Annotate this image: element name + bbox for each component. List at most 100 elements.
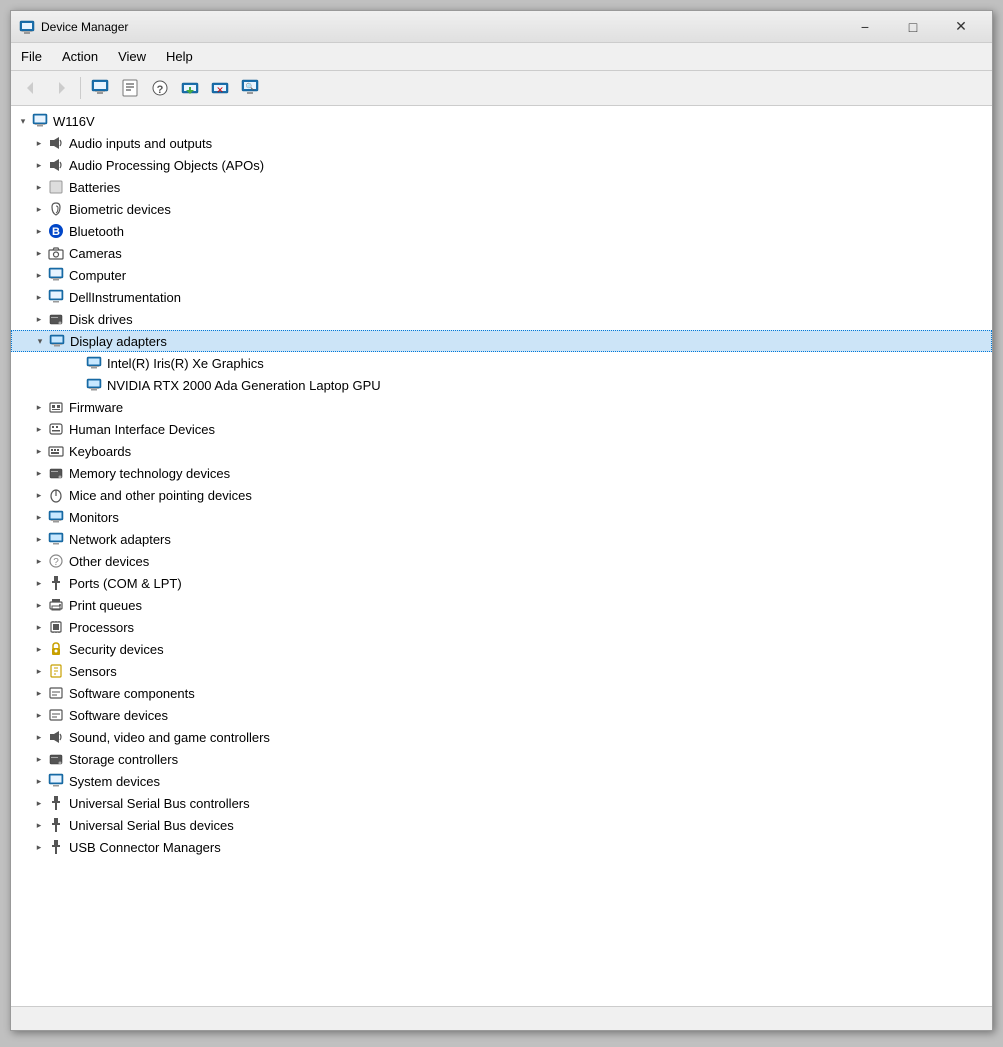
tree-item[interactable]: ▸Network adapters	[11, 528, 992, 550]
expand-icon[interactable]: ▸	[31, 289, 47, 305]
menu-view[interactable]: View	[108, 45, 156, 68]
expand-icon[interactable]: ▸	[31, 465, 47, 481]
expand-icon[interactable]: ▸	[31, 619, 47, 635]
tree-item[interactable]: ▸Universal Serial Bus devices	[11, 814, 992, 836]
expand-icon[interactable]: ▸	[31, 421, 47, 437]
expand-icon[interactable]: ▸	[31, 597, 47, 613]
help-button[interactable]: ?	[146, 75, 174, 101]
tree-item[interactable]: ▸Storage controllers	[11, 748, 992, 770]
expand-icon[interactable]: ▸	[31, 399, 47, 415]
item-label: Audio inputs and outputs	[69, 136, 212, 151]
expand-icon[interactable]: ▸	[31, 267, 47, 283]
tree-item[interactable]: ▸ Software devices	[11, 704, 992, 726]
tree-item[interactable]: ▸Human Interface Devices	[11, 418, 992, 440]
tree-item[interactable]: ▸Ports (COM & LPT)	[11, 572, 992, 594]
tree-item[interactable]: ▸Security devices	[11, 638, 992, 660]
tree-item[interactable]: ▸Cameras	[11, 242, 992, 264]
menu-bar: File Action View Help	[11, 43, 992, 71]
close-button[interactable]: ✕	[938, 12, 984, 42]
tree-item[interactable]: ▸USB Connector Managers	[11, 836, 992, 858]
expand-icon[interactable]: ▸	[31, 839, 47, 855]
tree-item[interactable]: ▸Monitors	[11, 506, 992, 528]
expand-icon[interactable]: ▸	[31, 157, 47, 173]
uninstall-device-button[interactable]: ✕	[206, 75, 234, 101]
expand-icon[interactable]: ▸	[31, 729, 47, 745]
menu-action[interactable]: Action	[52, 45, 108, 68]
expand-icon[interactable]: ▸	[31, 223, 47, 239]
expand-icon[interactable]: ▸	[31, 751, 47, 767]
update-driver-button[interactable]	[176, 75, 204, 101]
tree-item[interactable]: ▸BBluetooth	[11, 220, 992, 242]
expand-icon[interactable]: ▸	[31, 817, 47, 833]
toolbar: ? ✕ 🔍	[11, 71, 992, 106]
tree-item[interactable]: ▸ System devices	[11, 770, 992, 792]
content-area: ▾ W116V ▸ Audio inputs and outputs ▸Audio …	[11, 106, 992, 1006]
item-label: Software devices	[69, 708, 168, 723]
tree-item[interactable]: ▸Mice and other pointing devices	[11, 484, 992, 506]
tree-item[interactable]: Intel(R) Iris(R) Xe Graphics	[11, 352, 992, 374]
tree-item[interactable]: ▸Keyboards	[11, 440, 992, 462]
forward-button[interactable]	[47, 75, 75, 101]
tree-item[interactable]: ▸Computer	[11, 264, 992, 286]
window-icon	[19, 19, 35, 35]
item-icon: B	[47, 222, 65, 240]
tree-item[interactable]: ▸Sound, video and game controllers	[11, 726, 992, 748]
tree-item[interactable]: ▸Software components	[11, 682, 992, 704]
tree-item[interactable]: ▸Audio Processing Objects (APOs)	[11, 154, 992, 176]
minimize-button[interactable]: −	[842, 12, 888, 42]
expand-icon[interactable]: ▸	[31, 663, 47, 679]
item-icon	[47, 838, 65, 856]
tree-root-node[interactable]: ▾ W116V	[11, 110, 992, 132]
tree-item[interactable]: ▸Print queues	[11, 594, 992, 616]
expand-icon[interactable]: ▸	[31, 553, 47, 569]
expand-icon[interactable]: ▸	[31, 311, 47, 327]
item-label: System devices	[69, 774, 160, 789]
tree-item[interactable]: ▸Sensors	[11, 660, 992, 682]
expand-icon[interactable]: ▸	[31, 509, 47, 525]
scan-hardware-button[interactable]: 🔍	[236, 75, 264, 101]
root-expand-icon[interactable]: ▾	[15, 113, 31, 129]
expand-icon[interactable]: ▸	[31, 201, 47, 217]
expand-icon[interactable]: ▸	[31, 443, 47, 459]
expand-icon[interactable]: ▸	[31, 575, 47, 591]
menu-file[interactable]: File	[11, 45, 52, 68]
expand-icon[interactable]: ▸	[31, 685, 47, 701]
expand-icon[interactable]: ▸	[31, 487, 47, 503]
properties-button[interactable]	[116, 75, 144, 101]
expand-icon[interactable]: ▸	[31, 773, 47, 789]
tree-item[interactable]: ▸ Biometric devices	[11, 198, 992, 220]
tree-item[interactable]: ▸Universal Serial Bus controllers	[11, 792, 992, 814]
expand-icon[interactable]: ▾	[32, 333, 48, 349]
back-button[interactable]	[17, 75, 45, 101]
tree-item[interactable]: ▸?Other devices	[11, 550, 992, 572]
device-manager-window: Device Manager − □ ✕ File Action View He…	[10, 10, 993, 1031]
tree-item[interactable]: ▾Display adapters	[11, 330, 992, 352]
expand-icon[interactable]: ▸	[31, 641, 47, 657]
tree-item[interactable]: ▸DellInstrumentation	[11, 286, 992, 308]
title-bar: Device Manager − □ ✕	[11, 11, 992, 43]
item-icon	[47, 574, 65, 592]
expand-icon[interactable]: ▸	[31, 707, 47, 723]
item-label: Biometric devices	[69, 202, 171, 217]
tree-item[interactable]: ▸Processors	[11, 616, 992, 638]
svg-text:B: B	[52, 226, 60, 238]
computer-view-button[interactable]	[86, 75, 114, 101]
item-icon	[47, 816, 65, 834]
menu-help[interactable]: Help	[156, 45, 203, 68]
tree-item[interactable]: ▸Batteries	[11, 176, 992, 198]
expand-icon[interactable]: ▸	[31, 135, 47, 151]
item-label: Intel(R) Iris(R) Xe Graphics	[107, 356, 264, 371]
expand-icon[interactable]: ▸	[31, 531, 47, 547]
tree-item[interactable]: NVIDIA RTX 2000 Ada Generation Laptop GP…	[11, 374, 992, 396]
expand-icon[interactable]: ▸	[31, 245, 47, 261]
item-icon	[47, 706, 65, 724]
maximize-button[interactable]: □	[890, 12, 936, 42]
tree-item[interactable]: ▸Firmware	[11, 396, 992, 418]
tree-item[interactable]: ▸Memory technology devices	[11, 462, 992, 484]
tree-item[interactable]: ▸Disk drives	[11, 308, 992, 330]
expand-icon[interactable]: ▸	[31, 179, 47, 195]
tree-item[interactable]: ▸ Audio inputs and outputs	[11, 132, 992, 154]
item-icon	[47, 464, 65, 482]
expand-icon[interactable]: ▸	[31, 795, 47, 811]
item-icon	[47, 134, 65, 152]
